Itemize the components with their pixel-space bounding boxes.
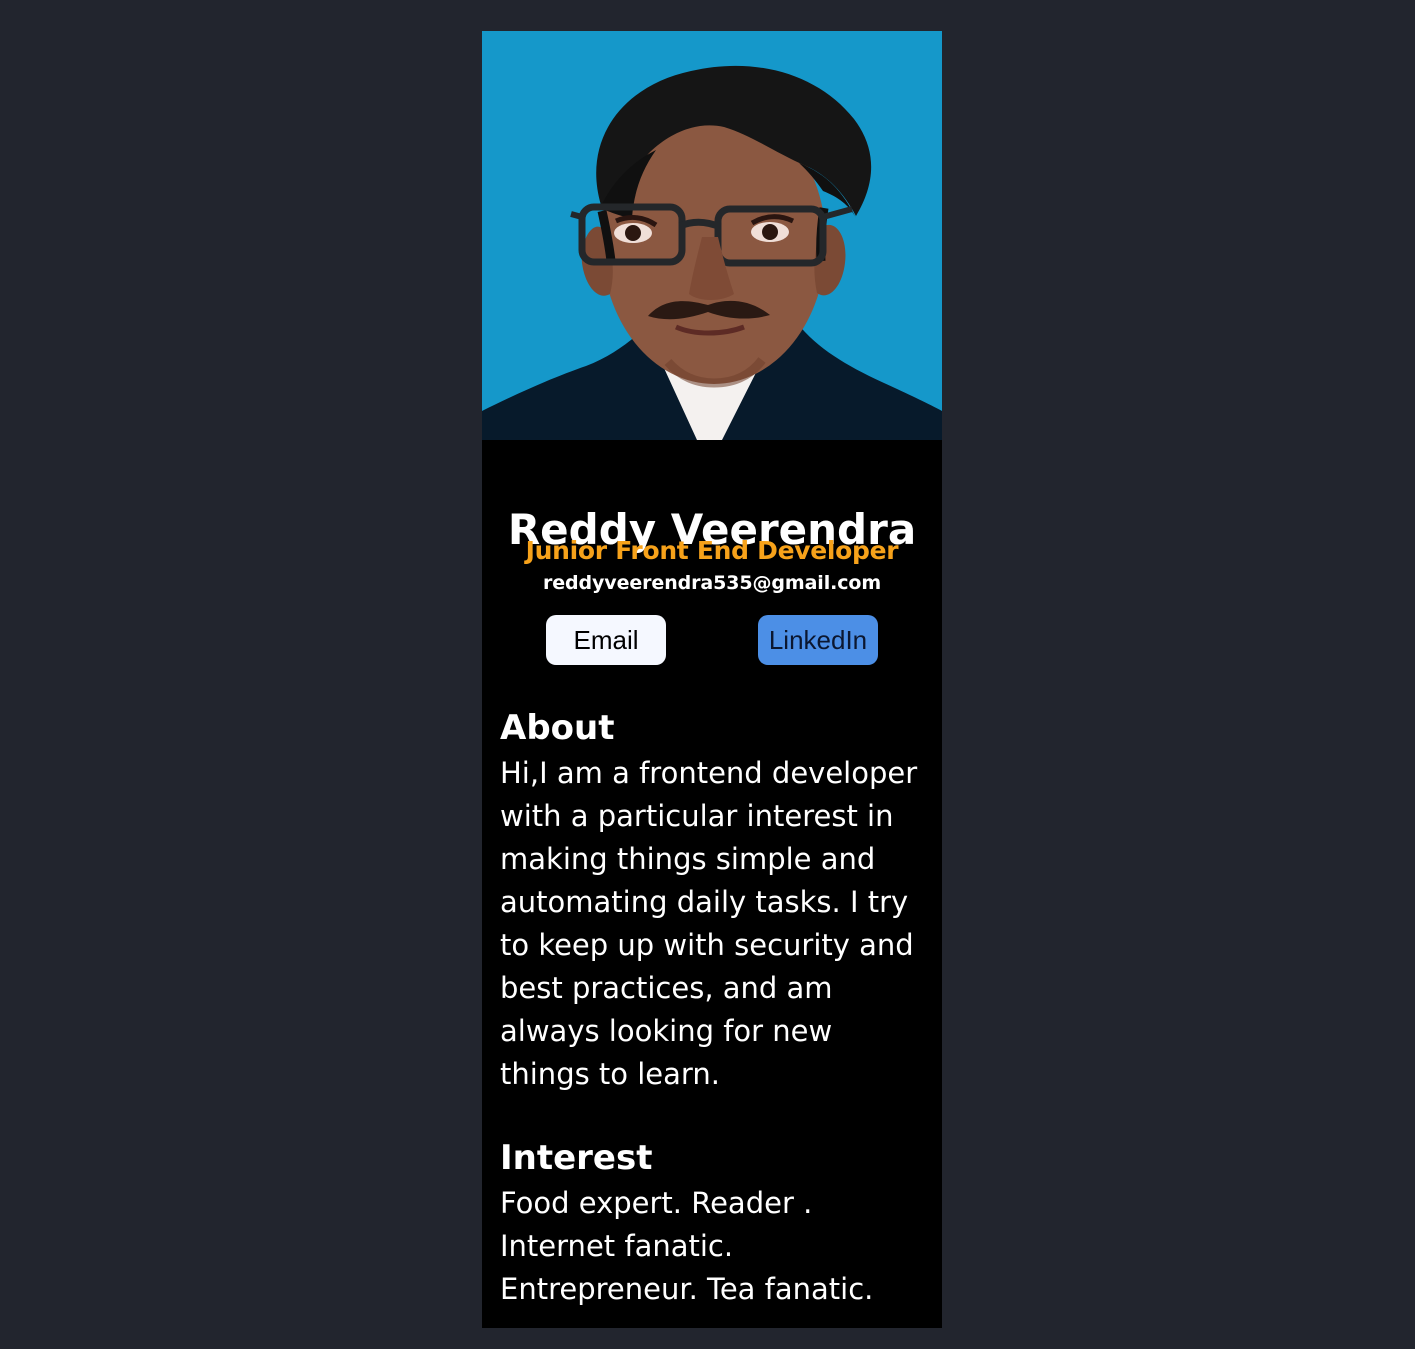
linkedin-button[interactable]: LinkedIn	[758, 615, 878, 665]
about-text: Hi,I am a frontend developer with a part…	[500, 756, 918, 1091]
profile-email: reddyveerendra535@gmail.com	[542, 572, 882, 594]
profile-card: Reddy Veerendra Junior Front End Develop…	[482, 31, 942, 1328]
interest-title: Interest	[500, 1138, 653, 1178]
person-portrait-icon	[482, 31, 942, 440]
page: Reddy Veerendra Junior Front End Develop…	[0, 0, 1415, 1349]
interest-text: Food expert. Reader . Internet fanatic. …	[500, 1186, 874, 1306]
profile-role: Junior Front End Developer	[525, 536, 899, 565]
about-title: About	[500, 708, 615, 748]
email-button[interactable]: Email	[546, 615, 666, 665]
profile-photo	[482, 31, 942, 440]
